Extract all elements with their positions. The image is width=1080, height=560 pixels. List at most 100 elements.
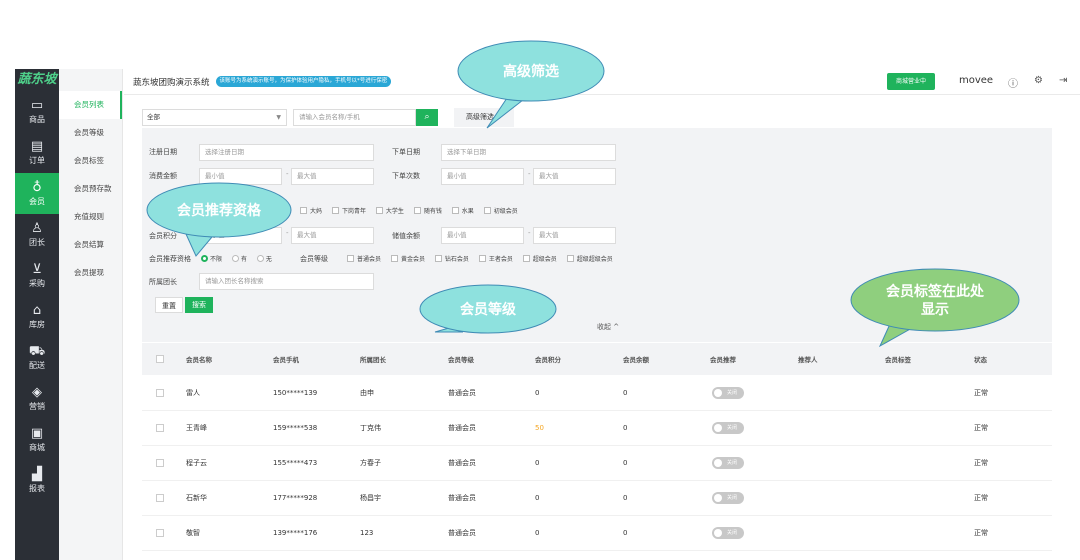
row-checkbox[interactable] — [156, 459, 164, 467]
brand-logo: 蔬东坡 — [17, 72, 57, 87]
balance-max[interactable]: 最大值 — [533, 227, 616, 244]
consume-label: 消费金额 — [149, 172, 177, 180]
tag-checkbox[interactable]: 大学生 — [375, 207, 404, 215]
select-all-checkbox[interactable] — [156, 355, 164, 363]
order-count-max[interactable]: 最大值 — [533, 168, 616, 185]
nav-label: 采购 — [29, 278, 45, 288]
callout-level: 会员等级 — [419, 284, 557, 336]
cell-name: 王青峰 — [186, 424, 207, 432]
nav-leader[interactable]: ♙ 团长 — [15, 214, 59, 255]
consume-max[interactable]: 最大值 — [291, 168, 374, 185]
submenu-member-withdraw[interactable]: 会员提现 — [59, 259, 122, 287]
submenu-member-level[interactable]: 会员等级 — [59, 119, 122, 147]
cell-points: 0 — [535, 389, 540, 397]
cell-phone: 139*****176 — [273, 529, 318, 537]
table-row: 敬智 139*****176 123 普通会员 0 0 关闭 正常 — [142, 516, 1052, 551]
cell-name: 程子云 — [186, 459, 207, 467]
cell-phone: 155*****473 — [273, 459, 318, 467]
level-checkbox[interactable]: 钻石会员 — [434, 255, 469, 263]
callout-recommend: 会员推荐资格 — [146, 182, 292, 257]
member-icon: ♁ — [32, 179, 42, 195]
notice-badge: 该账号为系统演示账号，为保护体验用户隐私，手机号以*号进行保密 — [215, 76, 392, 87]
submenu-member-list[interactable]: 会员列表 — [59, 91, 122, 119]
logout-icon[interactable]: ⇥ — [1059, 75, 1067, 86]
submenu-member-settlement[interactable]: 会员结算 — [59, 231, 122, 259]
tag-checkbox[interactable]: 随有钱 — [413, 207, 442, 215]
cell-level: 普通会员 — [448, 459, 476, 467]
level-checkbox[interactable]: 超级超级会员 — [566, 255, 613, 263]
member-type-select[interactable]: 全部 ▼ — [142, 109, 287, 126]
reset-button[interactable]: 重置 — [155, 297, 183, 313]
nav-warehouse[interactable]: ⌂ 库房 — [15, 296, 59, 337]
level-checkbox[interactable]: 超级会员 — [522, 255, 557, 263]
level-checkbox[interactable]: 王者会员 — [478, 255, 513, 263]
tag-checkbox[interactable]: 初级会员 — [483, 207, 518, 215]
nav-order[interactable]: ▤ 订单 — [15, 132, 59, 173]
tag-checkbox[interactable]: 下岗青年 — [331, 207, 366, 215]
tag-checkbox[interactable]: 大妈 — [300, 207, 322, 215]
order-date-field[interactable]: 选择下单日期 — [441, 144, 616, 161]
submenu-recharge-rules[interactable]: 充值规则 — [59, 203, 122, 231]
cell-leader: 杨昌宇 — [360, 494, 381, 502]
cell-name: 敬智 — [186, 529, 200, 537]
help-icon[interactable]: ⓘ — [1008, 75, 1018, 90]
nav-label: 团长 — [29, 237, 45, 247]
search-input[interactable]: 请输入会员名称/手机 — [293, 109, 416, 126]
radio-no[interactable]: 无 — [256, 255, 272, 263]
nav-report[interactable]: ▟ 报表 — [15, 460, 59, 501]
row-checkbox[interactable] — [156, 389, 164, 397]
row-checkbox[interactable] — [156, 529, 164, 537]
submenu-member-deposit[interactable]: 会员预存款 — [59, 175, 122, 203]
user-name[interactable]: movee — [959, 75, 993, 86]
warehouse-icon: ⌂ — [32, 302, 42, 318]
balance-min[interactable]: 最小值 — [441, 227, 524, 244]
recommend-toggle[interactable]: 关闭 — [712, 457, 744, 469]
nav-member[interactable]: ♁ 会员 — [15, 173, 59, 214]
nav-goods[interactable]: ▭ 商品 — [15, 91, 59, 132]
reg-date-label: 注册日期 — [149, 148, 177, 156]
gear-icon[interactable]: ⚙ — [1034, 75, 1043, 86]
filter-search-button[interactable]: 搜索 — [185, 297, 213, 313]
search-bar: 全部▼ 请输入会员名称/手机 ⌕ 高级筛选 ⌄ — [142, 108, 515, 127]
table-row: 王青峰 159*****538 丁克伟 普通会员 50 0 关闭 正常 — [142, 411, 1052, 446]
goods-icon: ▭ — [30, 97, 44, 113]
store-status-button[interactable]: 商城营业中 — [887, 73, 936, 90]
order-count-min[interactable]: 最小值 — [441, 168, 524, 185]
tag-checkbox[interactable]: 水果 — [451, 207, 474, 215]
nav-store[interactable]: ▣ 商城 — [15, 419, 59, 460]
reg-date-field[interactable]: 选择注册日期 — [199, 144, 374, 161]
submenu-member-tags[interactable]: 会员标签 — [59, 147, 122, 175]
callout-tags: 会员标签在此处显示 — [850, 268, 1020, 348]
callout-text: 会员标签在此处显示 — [886, 284, 984, 318]
nav-marketing[interactable]: ◈ 营销 — [15, 378, 59, 419]
cell-status: 正常 — [974, 459, 988, 467]
cell-points: 50 — [535, 424, 544, 432]
recommend-toggle[interactable]: 关闭 — [712, 492, 744, 504]
radio-any[interactable]: 不限 — [201, 255, 222, 263]
col-name: 会员名称 — [186, 356, 212, 364]
search-button[interactable]: ⌕ — [416, 109, 438, 126]
nav-purchase[interactable]: ⊻ 采购 — [15, 255, 59, 296]
cell-leader: 由申 — [360, 389, 374, 397]
order-date-label: 下单日期 — [392, 148, 420, 156]
row-checkbox[interactable] — [156, 494, 164, 502]
recommend-label: 会员推荐资格 — [149, 255, 191, 263]
nav-delivery[interactable]: ⛟ 配送 — [15, 337, 59, 378]
recommend-toggle[interactable]: 关闭 — [712, 387, 744, 399]
points-max[interactable]: 最大值 — [291, 227, 374, 244]
level-checkbox[interactable]: 黄金会员 — [390, 255, 425, 263]
search-icon: ⌕ — [424, 112, 430, 122]
leader-field[interactable]: 请输入团长名称搜索 — [199, 273, 374, 290]
cell-leader: 123 — [360, 529, 374, 537]
recommend-toggle[interactable]: 关闭 — [712, 422, 744, 434]
cell-leader: 丁克伟 — [360, 424, 381, 432]
cell-level: 普通会员 — [448, 424, 476, 432]
row-checkbox[interactable] — [156, 424, 164, 432]
cell-name: 雷人 — [186, 389, 200, 397]
col-tags: 会员标签 — [885, 356, 911, 364]
level-checkbox[interactable]: 普通会员 — [347, 255, 381, 263]
col-points: 会员积分 — [535, 356, 561, 364]
collapse-toggle[interactable]: 收起 ^ — [597, 322, 619, 332]
recommend-toggle[interactable]: 关闭 — [712, 527, 744, 539]
radio-yes[interactable]: 有 — [231, 255, 247, 263]
